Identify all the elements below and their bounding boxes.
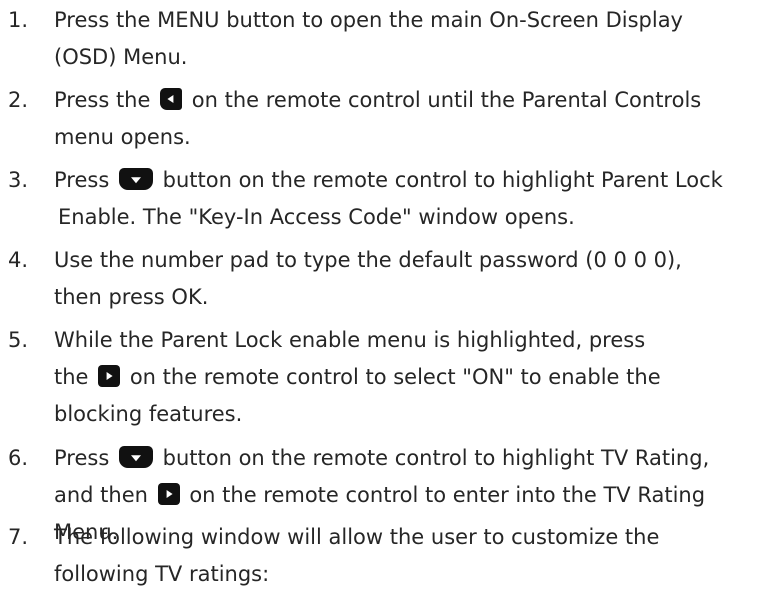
step-text-line: Press button on the remote control to hi… (54, 162, 758, 199)
step-text-segment: Press the (54, 88, 158, 112)
right-arrow-button-icon (157, 483, 180, 505)
step-number: 2. (8, 88, 29, 112)
step-text-segment: the (54, 365, 96, 389)
instruction-document: 1. Press the MENU button to open the mai… (0, 0, 758, 590)
step-text-line: then press OK. (54, 285, 209, 309)
step-text-line: (OSD) Menu. (54, 45, 188, 69)
step-number: 5. (8, 328, 29, 352)
step-text-segment: Press (54, 168, 116, 192)
step-text-line: menu opens. (54, 125, 191, 149)
down-arrow-button-icon (118, 446, 153, 468)
step-text-line: and then on the remote control to enter … (54, 477, 758, 514)
step-text-line: blocking features. (54, 402, 243, 426)
step-number: 4. (8, 248, 29, 272)
step-text-line: The following window will allow the user… (54, 525, 660, 549)
step-text-line: the on the remote control to select "ON"… (54, 359, 758, 396)
step-7: 7. The following window will allow the u… (0, 519, 758, 593)
step-text-line: Use the number pad to type the default p… (54, 248, 682, 272)
step-number: 6. (8, 446, 29, 470)
step-2: 2. Press the on the remote control until… (0, 82, 758, 156)
down-arrow-button-icon (118, 168, 153, 190)
step-number: 3. (8, 168, 29, 192)
step-text-line: Press button on the remote control to hi… (54, 440, 758, 477)
step-number: 7. (8, 525, 29, 549)
step-5: 5. While the Parent Lock enable menu is … (0, 322, 758, 433)
step-text-segment: button on the remote control to highligh… (155, 446, 710, 470)
step-text-segment: on the remote control to select "ON" to … (123, 365, 661, 389)
step-text-line: Enable. The "Key-In Access Code" window … (58, 205, 575, 229)
right-arrow-button-icon (98, 365, 121, 387)
step-text-segment: button on the remote control to highligh… (155, 168, 723, 192)
step-text-line: While the Parent Lock enable menu is hig… (54, 328, 646, 352)
step-text-segment: on the remote control to enter into the … (182, 483, 706, 507)
step-text-segment: and then (54, 483, 155, 507)
step-text-line: Press the on the remote control until th… (54, 82, 758, 119)
step-text-line: following TV ratings: (54, 562, 270, 586)
step-text-line: Press the MENU button to open the main O… (54, 8, 683, 32)
step-3: 3. Press button on the remote control to… (0, 162, 758, 236)
step-number: 1. (8, 8, 29, 32)
step-text-segment: Press (54, 446, 116, 470)
step-4: 4. Use the number pad to type the defaul… (0, 242, 758, 316)
step-1: 1. Press the MENU button to open the mai… (0, 2, 758, 76)
left-arrow-button-icon (160, 88, 183, 110)
step-text-segment: on the remote control until the Parental… (185, 88, 702, 112)
